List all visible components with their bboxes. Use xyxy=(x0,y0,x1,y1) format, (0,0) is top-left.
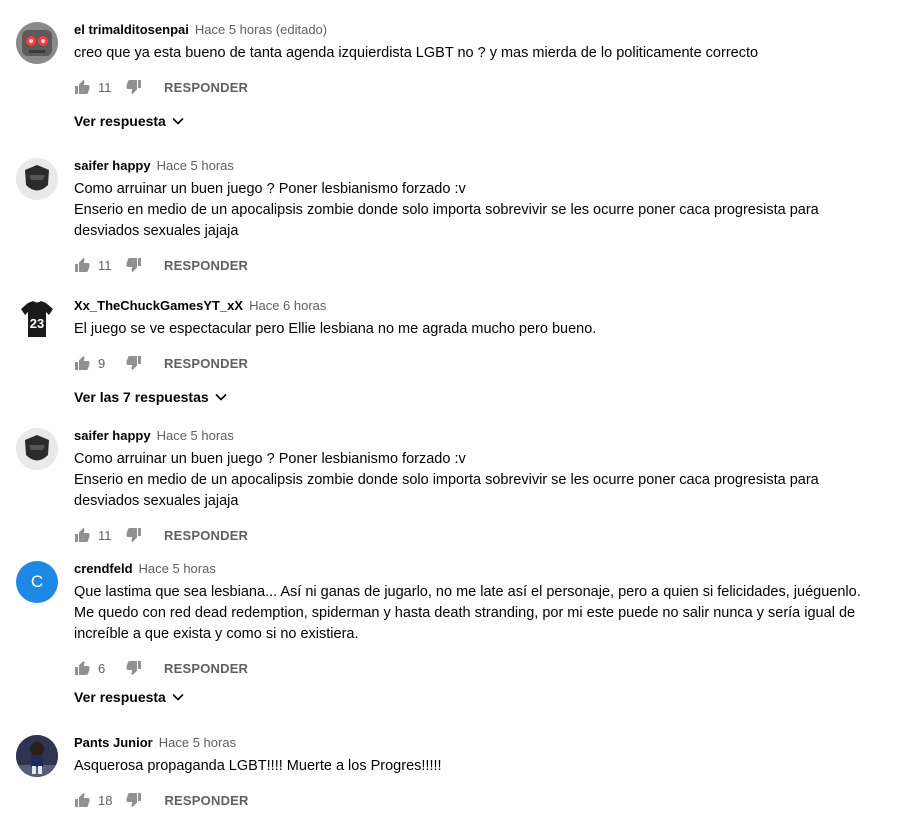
like-count: 11 xyxy=(98,79,112,95)
avatar[interactable]: 23 xyxy=(16,298,58,340)
timestamp[interactable]: Hace 5 horas xyxy=(139,561,216,576)
avatar[interactable]: C xyxy=(16,561,58,603)
comment-body: Pants Junior Hace 5 horas Asquerosa propa… xyxy=(74,735,885,810)
comment-body: Xx_TheChuckGamesYT_xX Hace 6 horas El jue… xyxy=(74,298,885,373)
helmet-avatar-icon xyxy=(16,428,58,470)
jersey-avatar-icon: 23 xyxy=(16,298,58,340)
view-replies-button[interactable]: Ver respuesta xyxy=(74,113,184,129)
author-name[interactable]: saifer happy xyxy=(74,428,151,443)
comment-body: saifer happy Hace 5 horas Como arruinar u… xyxy=(74,428,885,545)
comment-text: creo que ya esta bueno de tanta agenda i… xyxy=(74,45,759,61)
author-name[interactable]: crendfeld xyxy=(74,561,133,576)
author-name[interactable]: el trimalditosenpai xyxy=(74,22,189,37)
comment-body: el trimalditosenpai Hace 5 horas (editado… xyxy=(74,22,885,97)
thumbs-down-icon[interactable] xyxy=(126,792,142,808)
thumbs-up-icon[interactable] xyxy=(74,660,90,676)
thumbs-up-icon[interactable] xyxy=(74,355,90,371)
timestamp[interactable]: Hace 5 horas (editado) xyxy=(195,22,327,37)
thumbs-down-icon[interactable] xyxy=(126,660,142,676)
comment-actions: 6 RESPONDER xyxy=(74,658,885,678)
chevron-down-icon xyxy=(172,693,184,701)
comment-text: El juego se ve espectacular pero Ellie l… xyxy=(74,321,597,337)
comment-actions: 18 RESPONDER xyxy=(74,790,885,810)
comment-text: Como arruinar un buen juego ? Poner lesb… xyxy=(74,451,819,509)
chevron-down-icon xyxy=(172,117,184,125)
avatar-letter: C xyxy=(30,572,44,591)
view-replies-button[interactable]: Ver las 7 respuestas xyxy=(74,389,227,405)
thumbs-down-icon[interactable] xyxy=(126,79,142,95)
reply-button[interactable]: RESPONDER xyxy=(164,258,248,273)
comment-body: crendfeld Hace 5 horas Que lastima que se… xyxy=(74,561,885,678)
reply-button[interactable]: RESPONDER xyxy=(164,528,248,543)
thumbs-down-icon[interactable] xyxy=(126,527,142,543)
author-name[interactable]: Pants Junior xyxy=(74,735,153,750)
helmet-avatar-icon xyxy=(16,158,58,200)
character-avatar-icon xyxy=(16,735,58,777)
timestamp[interactable]: Hace 5 horas xyxy=(159,735,236,750)
comment-text: Que lastima que sea lesbiana... Así ni g… xyxy=(74,584,861,642)
avatar[interactable] xyxy=(16,158,58,200)
reply-button[interactable]: RESPONDER xyxy=(164,793,248,808)
comment-actions: 11 RESPONDER xyxy=(74,77,885,97)
view-replies-label: Ver respuesta xyxy=(74,113,166,129)
avatar[interactable] xyxy=(16,22,58,64)
robot-avatar-icon xyxy=(16,22,58,64)
thumbs-down-icon[interactable] xyxy=(126,257,142,273)
like-count: 11 xyxy=(98,527,112,543)
view-replies-button[interactable]: Ver respuesta xyxy=(74,689,184,705)
comment-actions: 11 RESPONDER xyxy=(74,255,885,275)
avatar[interactable] xyxy=(16,735,58,777)
thumbs-down-icon[interactable] xyxy=(126,355,142,371)
comment-text: Como arruinar un buen juego ? Poner lesb… xyxy=(74,181,819,239)
like-count: 18 xyxy=(98,792,113,808)
like-count: 11 xyxy=(98,257,112,273)
avatar[interactable] xyxy=(16,428,58,470)
reply-button[interactable]: RESPONDER xyxy=(164,356,248,371)
view-replies-label: Ver respuesta xyxy=(74,689,166,705)
thumbs-up-icon[interactable] xyxy=(74,527,90,543)
timestamp[interactable]: Hace 5 horas xyxy=(157,428,234,443)
author-name[interactable]: Xx_TheChuckGamesYT_xX xyxy=(74,298,243,313)
chevron-down-icon xyxy=(215,393,227,401)
thumbs-up-icon[interactable] xyxy=(74,792,90,808)
reply-button[interactable]: RESPONDER xyxy=(164,80,248,95)
reply-button[interactable]: RESPONDER xyxy=(164,661,248,676)
timestamp[interactable]: Hace 5 horas xyxy=(157,158,234,173)
jersey-number: 23 xyxy=(30,316,44,331)
timestamp[interactable]: Hace 6 horas xyxy=(249,298,326,313)
comment-text: Asquerosa propaganda LGBT!!!! Muerte a l… xyxy=(74,758,442,774)
like-count: 6 xyxy=(98,660,106,676)
like-count: 9 xyxy=(98,355,106,371)
author-name[interactable]: saifer happy xyxy=(74,158,151,173)
comment-body: saifer happy Hace 5 horas Como arruinar u… xyxy=(74,158,885,275)
comment-actions: 9 RESPONDER xyxy=(74,353,885,373)
thumbs-up-icon[interactable] xyxy=(74,257,90,273)
view-replies-label: Ver las 7 respuestas xyxy=(74,389,209,405)
thumbs-up-icon[interactable] xyxy=(74,79,90,95)
comment-actions: 11 RESPONDER xyxy=(74,525,885,545)
